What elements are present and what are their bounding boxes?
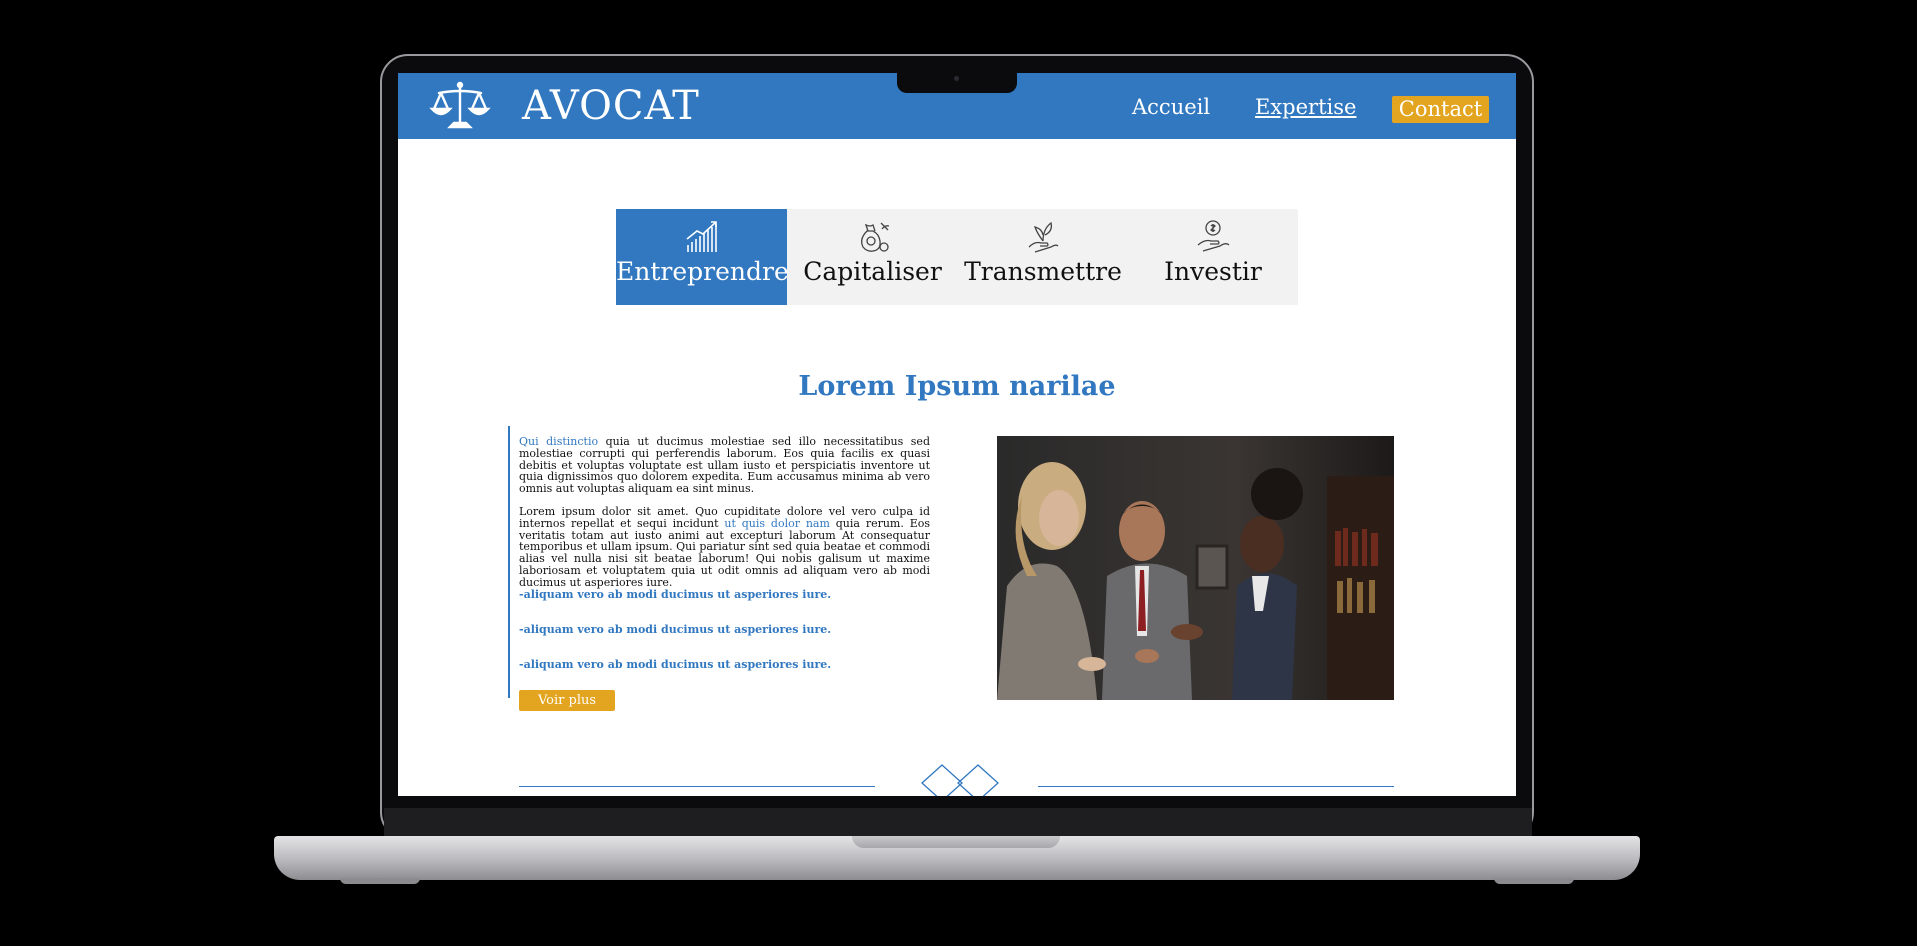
tab-investir[interactable]: Investir	[1128, 209, 1298, 305]
laptop-foot	[1494, 878, 1574, 884]
laptop-lid-notch	[852, 836, 1060, 848]
paragraph-1: Qui distinctio quia ut ducimus molestiae…	[519, 436, 930, 495]
tab-label: Transmettre	[964, 257, 1122, 286]
brand-name[interactable]: AVOCAT	[522, 85, 700, 127]
meeting-photo	[997, 436, 1394, 700]
voir-plus-button[interactable]: Voir plus	[519, 690, 615, 711]
bullet-item: -aliquam vero ab modi ducimus ut asperio…	[519, 623, 832, 636]
laptop-chin	[384, 808, 1532, 838]
laptop-foot	[340, 878, 420, 884]
hand-coin-icon	[1197, 220, 1230, 252]
tab-label: Capitaliser	[803, 257, 942, 286]
scales-of-justice-icon[interactable]	[429, 81, 491, 133]
camera-lens	[954, 76, 959, 81]
contact-button[interactable]: Contact	[1392, 96, 1489, 123]
paragraph-2: Lorem ipsum dolor sit amet. Quo cupidita…	[519, 506, 930, 589]
growth-chart-icon	[686, 221, 717, 252]
bullet-item: -aliquam vero ab modi ducimus ut asperio…	[519, 588, 832, 601]
tab-label: Entreprendre	[616, 257, 789, 286]
website-screen: AVOCAT Accueil Expertise Contact Entrepr…	[398, 73, 1516, 796]
tab-label: Investir	[1164, 257, 1262, 286]
tab-entreprendre[interactable]: Entreprendre	[616, 209, 789, 305]
nav-accueil[interactable]: Accueil	[1132, 95, 1210, 119]
nav-expertise[interactable]: Expertise	[1255, 95, 1356, 119]
divider-left	[519, 786, 875, 787]
section-title: Lorem Ipsum narilae	[798, 371, 1116, 402]
bullet-item: -aliquam vero ab modi ducimus ut asperio…	[519, 658, 832, 671]
money-bag-icon	[861, 222, 890, 252]
tab-capitaliser[interactable]: Capitaliser	[787, 209, 958, 305]
hand-plant-icon	[1028, 221, 1059, 253]
diamond-ornament-icon	[921, 764, 999, 796]
divider-right	[1038, 786, 1394, 787]
tab-transmettre[interactable]: Transmettre	[958, 209, 1128, 305]
expertise-tabs: Entreprendre Capitaliser Transmettre Inv…	[616, 209, 1298, 305]
left-accent-bar	[508, 426, 510, 698]
